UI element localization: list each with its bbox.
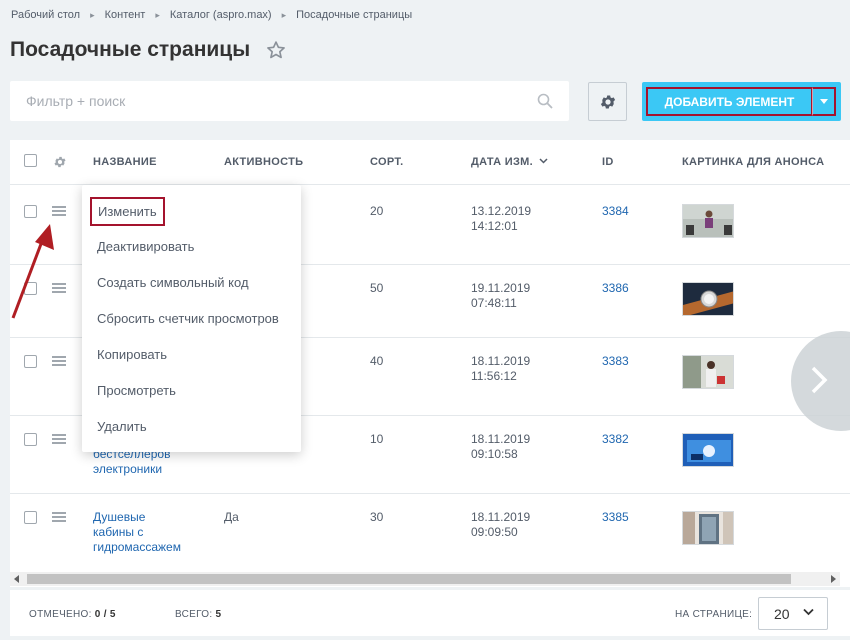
- row-sort: 40: [370, 354, 384, 368]
- column-header-date[interactable]: ДАТА ИЗМ.: [471, 156, 548, 168]
- menu-item-view[interactable]: Просмотреть: [97, 383, 176, 398]
- chevron-right-icon: ▸: [90, 9, 95, 20]
- add-element-group: ДОБАВИТЬ ЭЛЕМЕНТ: [642, 82, 841, 121]
- chevron-right-icon: [811, 366, 828, 394]
- chevron-right-icon: ▸: [155, 9, 160, 20]
- select-all-checkbox[interactable]: [24, 154, 37, 167]
- row-id-link[interactable]: 3383: [602, 354, 629, 369]
- row-checkbox[interactable]: [24, 511, 37, 524]
- star-icon[interactable]: [266, 40, 286, 60]
- settings-button[interactable]: [588, 82, 627, 121]
- scroll-right-icon[interactable]: [831, 575, 836, 583]
- breadcrumb: Рабочий стол ▸ Контент ▸ Каталог (aspro.…: [11, 9, 412, 21]
- total-value: 5: [215, 609, 222, 620]
- row-menu-icon[interactable]: [52, 512, 66, 522]
- horizontal-scrollbar[interactable]: [10, 572, 840, 586]
- per-page-value: 20: [774, 605, 790, 622]
- row-thumbnail: [682, 433, 734, 467]
- row-menu-icon[interactable]: [52, 356, 66, 366]
- breadcrumb-item-catalog[interactable]: Каталог (aspro.max): [170, 9, 272, 21]
- row-context-menu: Изменить Деактивировать Создать символьн…: [82, 185, 301, 452]
- row-id-link[interactable]: 3382: [602, 432, 629, 447]
- per-page-select[interactable]: 20: [758, 597, 828, 630]
- annotation-arrow-icon: [11, 224, 54, 319]
- search-icon[interactable]: [537, 93, 553, 109]
- row-id-link[interactable]: 3386: [602, 281, 629, 296]
- row-id-link[interactable]: 3384: [602, 204, 629, 219]
- checked-label: ОТМЕЧЕНО:: [29, 609, 92, 620]
- total-count: ВСЕГО: 5: [175, 609, 221, 620]
- add-element-dropdown-button[interactable]: [812, 87, 836, 116]
- row-menu-icon[interactable]: [52, 206, 66, 216]
- grid-header: НАЗВАНИЕ АКТИВНОСТЬ СОРТ. ДАТА ИЗМ. ID К…: [10, 140, 850, 185]
- table-row[interactable]: Душевые кабины с гидромассажем Да 30 18.…: [10, 494, 850, 572]
- row-date: 13.12.2019: [471, 204, 532, 218]
- row-sort: 50: [370, 281, 384, 295]
- scroll-left-icon[interactable]: [14, 575, 19, 583]
- grid-footer: ОТМЕЧЕНО: 0 / 5 ВСЕГО: 5 НА СТРАНИЦЕ: 20: [10, 590, 850, 636]
- breadcrumb-item-desktop[interactable]: Рабочий стол: [11, 9, 80, 21]
- row-active: Да: [224, 510, 239, 524]
- per-page-label: НА СТРАНИЦЕ:: [675, 609, 753, 620]
- breadcrumb-item-content[interactable]: Контент: [105, 9, 146, 21]
- total-label: ВСЕГО:: [175, 609, 213, 620]
- row-sort: 20: [370, 204, 384, 218]
- menu-item-deactivate[interactable]: Деактивировать: [97, 239, 194, 254]
- column-header-sort[interactable]: СОРТ.: [370, 156, 403, 168]
- menu-item-edit[interactable]: Изменить: [90, 197, 165, 226]
- row-time: 14:12:01: [471, 219, 518, 233]
- row-thumbnail: [682, 282, 734, 316]
- row-thumbnail: [682, 511, 734, 545]
- menu-item-create-symbolic-code[interactable]: Создать символьный код: [97, 275, 249, 290]
- menu-item-copy[interactable]: Копировать: [97, 347, 167, 362]
- page-title: Посадочные страницы: [10, 38, 251, 61]
- filter-placeholder: Фильтр + поиск: [26, 93, 126, 109]
- column-header-date-label: ДАТА ИЗМ.: [471, 156, 533, 168]
- scrollbar-thumb[interactable]: [27, 574, 791, 584]
- breadcrumb-item-current: Посадочные страницы: [296, 9, 413, 21]
- row-name-link-line[interactable]: кабины с: [93, 525, 143, 540]
- row-time: 09:09:50: [471, 525, 518, 539]
- row-date: 18.11.2019: [471, 510, 531, 524]
- row-time: 11:56:12: [471, 369, 517, 383]
- add-element-button[interactable]: ДОБАВИТЬ ЭЛЕМЕНТ: [646, 87, 813, 116]
- chevron-down-icon: [803, 608, 814, 616]
- gear-icon: [600, 94, 615, 109]
- row-date: 18.11.2019: [471, 432, 531, 446]
- column-header-name[interactable]: НАЗВАНИЕ: [93, 156, 157, 168]
- menu-item-reset-views[interactable]: Сбросить счетчик просмотров: [97, 311, 279, 326]
- row-name-link-line[interactable]: электроники: [93, 462, 162, 477]
- row-sort: 30: [370, 510, 384, 524]
- column-header-image[interactable]: КАРТИНКА ДЛЯ АНОНСА: [682, 156, 824, 168]
- row-thumbnail: [682, 204, 734, 238]
- row-time: 07:48:11: [471, 296, 517, 310]
- row-checkbox[interactable]: [24, 205, 37, 218]
- row-name-link-line[interactable]: гидромассажем: [93, 540, 181, 555]
- filter-search-input[interactable]: Фильтр + поиск: [10, 81, 569, 121]
- row-menu-icon[interactable]: [52, 434, 66, 444]
- column-header-id[interactable]: ID: [602, 156, 614, 168]
- menu-item-delete[interactable]: Удалить: [97, 419, 147, 434]
- column-header-active[interactable]: АКТИВНОСТЬ: [224, 156, 303, 168]
- caret-down-icon: [819, 99, 828, 104]
- row-time: 09:10:58: [471, 447, 518, 461]
- row-date: 19.11.2019: [471, 281, 531, 295]
- row-date: 18.11.2019: [471, 354, 531, 368]
- row-name-link-line[interactable]: Душевые: [93, 510, 145, 525]
- row-id-link[interactable]: 3385: [602, 510, 629, 525]
- row-thumbnail: [682, 355, 734, 389]
- row-checkbox[interactable]: [24, 355, 37, 368]
- gear-icon[interactable]: [53, 155, 67, 169]
- checked-count: ОТМЕЧЕНО: 0 / 5: [29, 609, 116, 620]
- row-sort: 10: [370, 432, 384, 446]
- row-checkbox[interactable]: [24, 433, 37, 446]
- chevron-right-icon: ▸: [281, 9, 287, 20]
- checked-value: 0 / 5: [94, 609, 116, 620]
- sort-desc-icon: [539, 158, 548, 164]
